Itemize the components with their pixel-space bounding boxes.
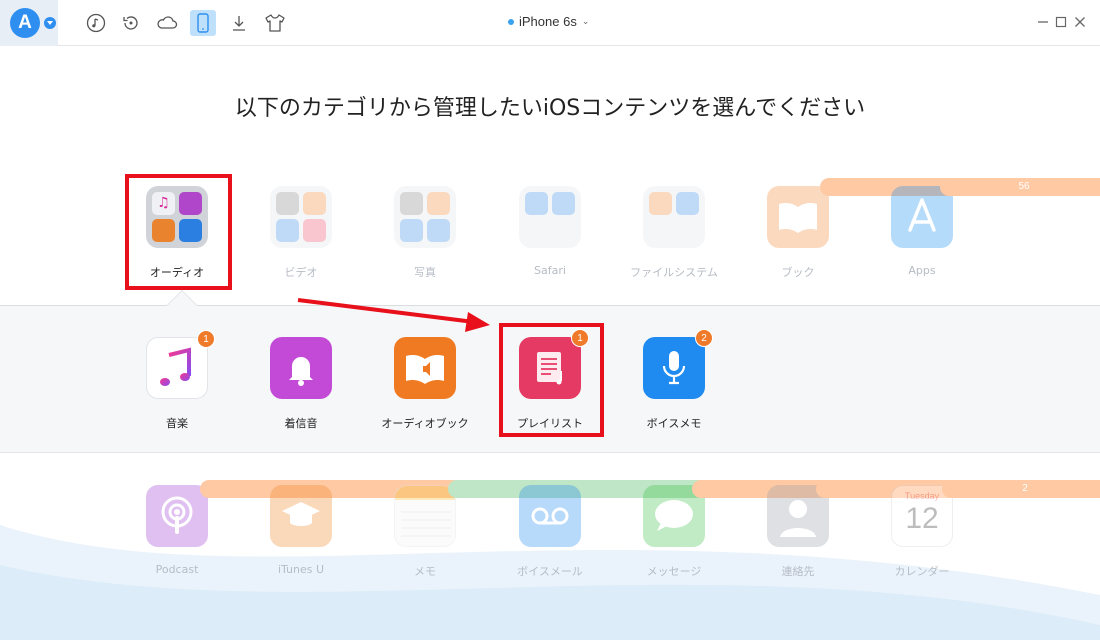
count-badge: 56 bbox=[940, 178, 1100, 196]
item-label: メモ bbox=[414, 565, 436, 578]
chevron-down-icon[interactable] bbox=[44, 17, 56, 29]
phone-icon[interactable] bbox=[190, 10, 216, 36]
close-button[interactable] bbox=[1071, 13, 1089, 31]
page-title: 以下のカテゴリから管理したいiOSコンテンツを選んでください bbox=[234, 96, 866, 121]
restore-icon[interactable] bbox=[118, 10, 144, 36]
item-label: 連絡先 bbox=[781, 565, 815, 578]
item-itunes-u[interactable]: iTunes U bbox=[246, 485, 356, 576]
voicemail-icon bbox=[519, 485, 581, 547]
audiobook-icon bbox=[394, 337, 456, 399]
count-badge: 2 bbox=[695, 329, 713, 347]
item-label: 音楽 bbox=[166, 417, 188, 430]
app-store-icon bbox=[891, 186, 953, 248]
item-messages[interactable]: 56 メッセージ bbox=[619, 480, 1100, 579]
category-video[interactable]: ビデオ bbox=[246, 186, 356, 280]
item-label: 着信音 bbox=[284, 417, 318, 430]
item-label: iTunes U bbox=[277, 563, 325, 576]
maximize-button[interactable] bbox=[1052, 13, 1070, 31]
item-label: Podcast bbox=[155, 563, 199, 576]
category-label: Safari bbox=[534, 264, 566, 277]
panel-pointer bbox=[166, 290, 198, 306]
chevron-down-icon: ⌄ bbox=[581, 16, 590, 26]
music-note-icon: 1 bbox=[146, 330, 215, 399]
category-label: 写真 bbox=[414, 266, 436, 279]
item-calendar[interactable]: Tuesday 12 2 カレンダー bbox=[867, 480, 1100, 579]
photos-folder-icon bbox=[394, 186, 456, 248]
category-photos[interactable]: 写真 bbox=[370, 186, 480, 280]
microphone-icon: 2 bbox=[643, 329, 713, 399]
category-books[interactable]: 2 ブック bbox=[743, 178, 1100, 280]
item-podcast[interactable]: 6 Podcast bbox=[122, 480, 1100, 576]
item-voice-memos[interactable]: 2 ボイスメモ bbox=[619, 329, 729, 431]
audio-highlight-box bbox=[125, 174, 232, 290]
item-notes[interactable]: ☁ メモ bbox=[370, 480, 1100, 579]
minimize-button[interactable] bbox=[1034, 13, 1052, 31]
graduation-cap-icon bbox=[270, 485, 332, 547]
safari-folder-icon bbox=[519, 186, 581, 248]
item-label: メッセージ bbox=[646, 565, 702, 578]
count-badge: 2 bbox=[942, 480, 1100, 498]
bell-icon bbox=[270, 337, 332, 399]
device-name: iPhone 6s bbox=[519, 14, 577, 29]
category-label: ビデオ bbox=[284, 266, 318, 279]
music-icon[interactable] bbox=[83, 10, 109, 36]
category-apps[interactable]: 56 Apps bbox=[867, 178, 1100, 277]
item-label: オーディオブック bbox=[381, 417, 469, 430]
item-audiobooks[interactable]: オーディオブック bbox=[370, 337, 480, 431]
arrow-annotation bbox=[297, 298, 490, 332]
item-contacts[interactable]: 89 連絡先 bbox=[743, 480, 1100, 579]
podcast-icon bbox=[146, 485, 208, 547]
count-badge: 1 bbox=[197, 330, 215, 348]
app-logo-button[interactable]: A bbox=[0, 0, 58, 46]
item-voicemail[interactable]: ボイスメール bbox=[495, 485, 605, 579]
tshirt-icon[interactable] bbox=[262, 10, 288, 36]
category-label: ファイルシステム bbox=[630, 266, 718, 279]
device-selector[interactable]: iPhone 6s ⌄ bbox=[508, 14, 589, 29]
notes-icon bbox=[394, 485, 456, 547]
category-label: ブック bbox=[781, 266, 815, 279]
title-bar: A iPhone 6s ⌄ bbox=[0, 0, 1100, 46]
book-icon bbox=[767, 186, 829, 248]
item-label: ボイスメモ bbox=[646, 417, 702, 430]
category-safari[interactable]: Safari bbox=[495, 186, 605, 277]
item-label: カレンダー bbox=[894, 565, 950, 578]
connection-dot-icon bbox=[508, 18, 514, 25]
calendar-date: 12 bbox=[905, 502, 939, 535]
video-folder-icon bbox=[270, 186, 332, 248]
item-label: ボイスメール bbox=[517, 565, 583, 578]
app-logo: A bbox=[10, 8, 40, 38]
item-music[interactable]: 1 音楽 bbox=[122, 330, 232, 431]
cloud-icon[interactable] bbox=[154, 10, 180, 36]
category-label: Apps bbox=[908, 264, 936, 277]
playlist-highlight-box bbox=[499, 323, 604, 437]
file-system-folder-icon bbox=[643, 186, 705, 248]
category-file-system[interactable]: ファイルシステム bbox=[619, 186, 729, 280]
download-icon[interactable] bbox=[226, 10, 252, 36]
item-ringtones[interactable]: 着信音 bbox=[246, 337, 356, 431]
